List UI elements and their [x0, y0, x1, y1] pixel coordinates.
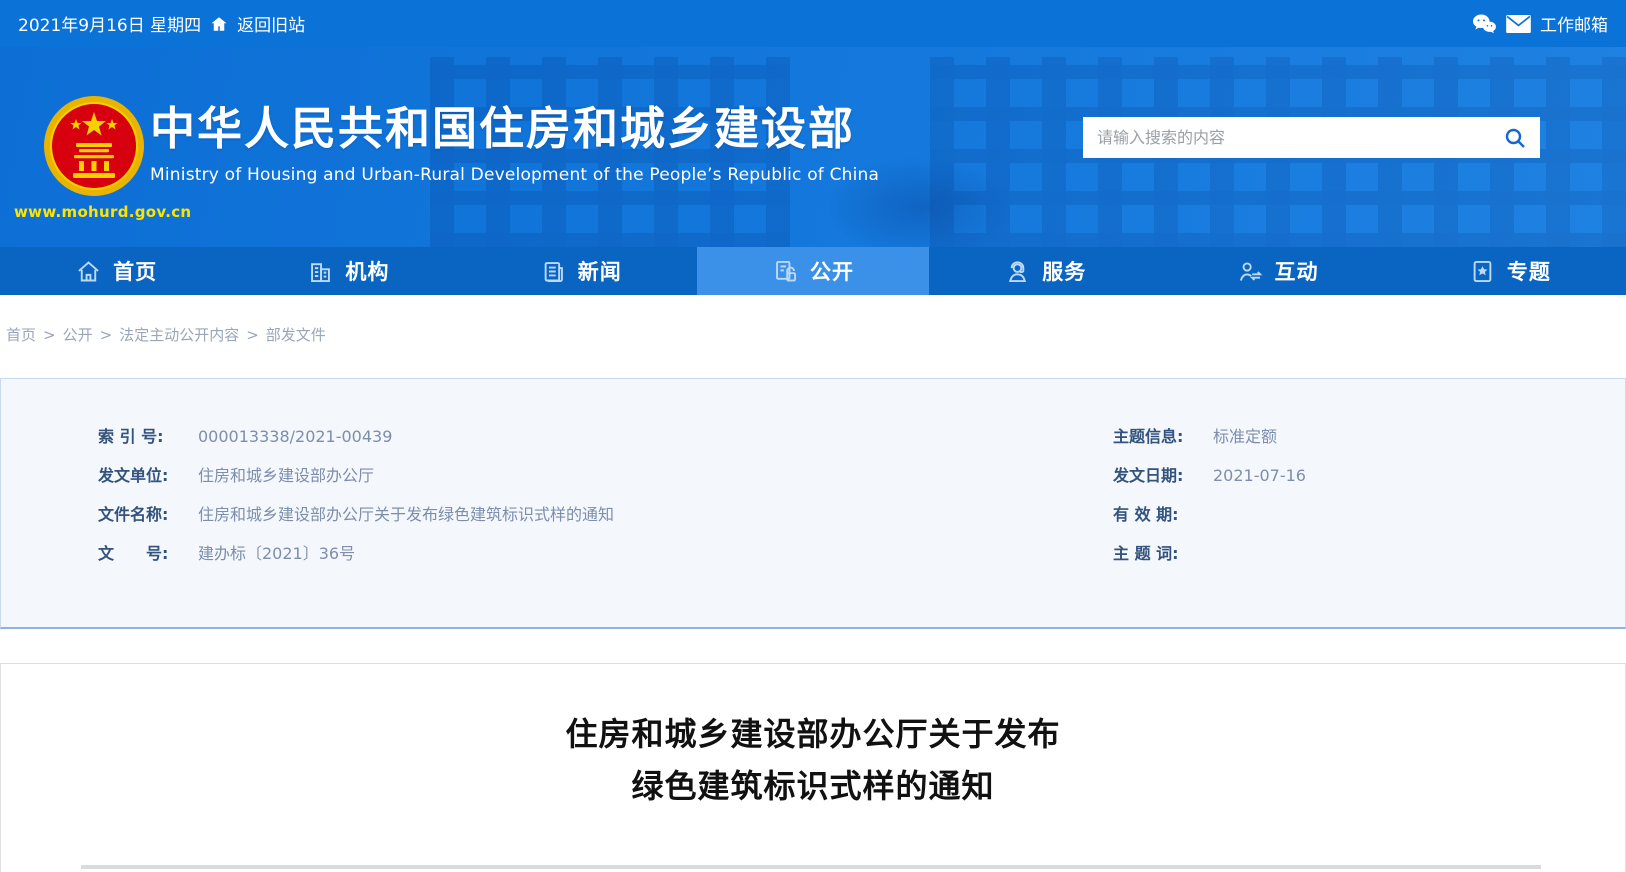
meta-row-document-title: 文件名称: 住房和城乡建设部办公厅关于发布绿色建筑标识式样的通知 [98, 503, 1113, 527]
meta-row-index-number: 索 引 号: 000013338/2021-00439 [98, 425, 1113, 449]
breadcrumb-separator: > [246, 326, 259, 344]
meta-label: 主 题 词: [1113, 544, 1179, 563]
meta-label: 发文单位: [98, 466, 169, 485]
nav-item-home[interactable]: 首页 [0, 247, 232, 295]
old-site-link[interactable]: 返回旧站 [237, 11, 305, 36]
meta-value: 住房和城乡建设部办公厅 [198, 466, 375, 485]
search-input[interactable] [1097, 128, 1504, 147]
document-meta-box: 索 引 号: 000013338/2021-00439 发文单位: 住房和城乡建… [0, 378, 1626, 629]
meta-label: 文 号: [98, 544, 169, 563]
site-title-block: 中华人民共和国住房和城乡建设部 Ministry of Housing and … [150, 102, 879, 185]
meta-value: 000013338/2021-00439 [198, 427, 393, 446]
site-title: 中华人民共和国住房和城乡建设部 [150, 102, 856, 155]
topics-icon [1469, 258, 1496, 285]
breadcrumb-item-ministry-documents[interactable]: 部发文件 [266, 326, 326, 344]
meta-label: 索 引 号: [98, 427, 164, 446]
meta-column-left: 索 引 号: 000013338/2021-00439 发文单位: 住房和城乡建… [98, 425, 1113, 627]
site-header: www.mohurd.gov.cn 中华人民共和国住房和城乡建设部 Minist… [0, 47, 1626, 247]
news-icon [540, 258, 567, 285]
disclosure-icon [772, 258, 799, 285]
national-emblem-icon [43, 95, 145, 197]
meta-label: 有 效 期: [1113, 505, 1179, 524]
nav-item-organization[interactable]: 机构 [232, 247, 464, 295]
search-box [1083, 117, 1540, 158]
topbar: 2021年9月16日 星期四 返回旧站 工作邮箱 [0, 0, 1626, 47]
nav-item-services[interactable]: 服务 [929, 247, 1161, 295]
article-title-line2: 绿色建筑标识式样的通知 [631, 767, 995, 805]
site-title-en: Ministry of Housing and Urban-Rural Deve… [150, 165, 880, 185]
nav-item-label: 专题 [1506, 260, 1551, 284]
meta-value: 住房和城乡建设部办公厅关于发布绿色建筑标识式样的通知 [198, 505, 615, 524]
meta-row-issuing-unit: 发文单位: 住房和城乡建设部办公厅 [98, 464, 1113, 488]
meta-row-issue-date: 发文日期: 2021-07-16 [1113, 464, 1605, 488]
site-url: www.mohurd.gov.cn [14, 203, 192, 221]
meta-row-validity: 有 效 期: [1113, 503, 1605, 527]
meta-row-keywords: 主 题 词: [1113, 542, 1605, 566]
meta-label: 发文日期: [1113, 466, 1184, 485]
work-mailbox-link[interactable]: 工作邮箱 [1540, 11, 1608, 36]
breadcrumb-separator: > [99, 326, 113, 344]
breadcrumb-separator: > [43, 326, 56, 344]
wechat-icon[interactable] [1471, 13, 1497, 35]
nav-item-disclosure[interactable]: 公开 [696, 247, 930, 295]
nav-item-label: 机构 [345, 260, 390, 284]
topbar-right: 工作邮箱 [1471, 11, 1608, 36]
spacer [0, 629, 1626, 663]
main-nav: 首页 机构 新闻 公开 服务 互动 专题 [0, 247, 1626, 295]
nav-item-interaction[interactable]: 互动 [1161, 247, 1393, 295]
nav-item-label: 公开 [809, 260, 854, 284]
breadcrumb-item-home[interactable]: 首页 [6, 326, 36, 344]
meta-row-subject-info: 主题信息: 标准定额 [1113, 425, 1605, 449]
date-text: 2021年9月16日 星期四 [18, 16, 202, 36]
nav-item-label: 首页 [113, 260, 158, 284]
breadcrumb: 首页 > 公开 > 法定主动公开内容 > 部发文件 [0, 295, 1626, 378]
article-title: 住房和城乡建设部办公厅关于发布 绿色建筑标识式样的通知 [1, 708, 1625, 812]
nav-item-topics[interactable]: 专题 [1394, 247, 1626, 295]
meta-value: 建办标〔2021〕36号 [198, 544, 356, 563]
meta-value: 标准定额 [1213, 427, 1278, 446]
meta-value: 2021-07-16 [1213, 466, 1306, 485]
article-divider [81, 865, 1541, 869]
meta-label: 文件名称: [98, 505, 169, 524]
breadcrumb-item-disclosure[interactable]: 公开 [63, 326, 93, 344]
breadcrumb-item-statutory-content[interactable]: 法定主动公开内容 [119, 326, 239, 344]
article-panel: 住房和城乡建设部办公厅关于发布 绿色建筑标识式样的通知 [0, 663, 1626, 872]
interaction-icon [1237, 258, 1264, 285]
mail-icon[interactable] [1506, 14, 1531, 33]
article-title-line1: 住房和城乡建设部办公厅关于发布 [565, 715, 1061, 753]
home-icon [75, 258, 102, 285]
nav-item-label: 服务 [1042, 260, 1087, 284]
topbar-left: 2021年9月16日 星期四 返回旧站 [18, 11, 305, 36]
nav-item-label: 互动 [1274, 260, 1319, 284]
nav-item-label: 新闻 [577, 260, 622, 284]
organization-icon [307, 258, 334, 285]
services-icon [1004, 258, 1031, 285]
meta-column-right: 主题信息: 标准定额 发文日期: 2021-07-16 有 效 期: 主 题 词… [1113, 425, 1605, 627]
search-icon[interactable] [1504, 127, 1526, 149]
nav-item-news[interactable]: 新闻 [465, 247, 697, 295]
meta-row-document-number: 文 号: 建办标〔2021〕36号 [98, 542, 1113, 566]
meta-label: 主题信息: [1113, 427, 1184, 446]
home-icon [210, 15, 228, 33]
